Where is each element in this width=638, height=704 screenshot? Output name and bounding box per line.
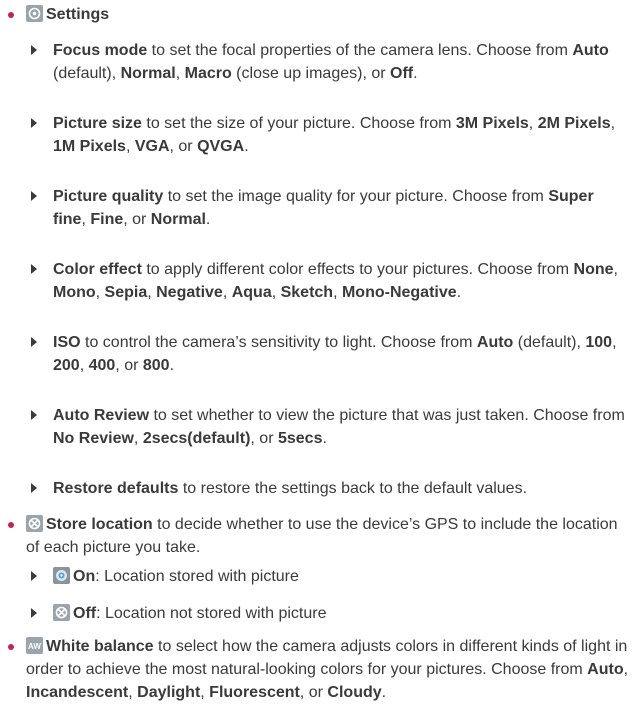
triangle-bullet-icon	[31, 45, 37, 55]
restore-defaults-item: Restore defaults to restore the settings…	[31, 477, 630, 500]
color-effect-item: Color effect to apply different color ef…	[31, 258, 630, 304]
location-off-item: Off: Location not stored with picture	[31, 602, 630, 625]
settings-bullet: Settings	[0, 0, 638, 30]
settings-label: Settings	[46, 6, 110, 23]
white-balance-bullet: AW White balance to select how the camer…	[0, 632, 638, 701]
triangle-bullet-icon	[31, 337, 37, 347]
triangle-bullet-icon	[31, 571, 37, 581]
triangle-bullet-icon	[31, 410, 37, 420]
bullet-dot	[8, 522, 14, 528]
picture-size-item: Picture size to set the size of your pic…	[31, 112, 630, 158]
iso-item: ISO to control the camera’s sensitivity …	[31, 331, 630, 377]
picture-quality-item: Picture quality to set the image quality…	[31, 185, 630, 231]
triangle-bullet-icon	[31, 118, 37, 128]
triangle-bullet-icon	[31, 191, 37, 201]
manual-page: Settings Focus mode to set the focal pro…	[0, 0, 638, 701]
bullet-dot	[8, 12, 14, 18]
white-balance-icon: AW	[26, 637, 43, 654]
triangle-bullet-icon	[31, 264, 37, 274]
location-off-icon	[53, 604, 70, 621]
focus-mode-item: Focus mode to set the focal properties o…	[31, 39, 630, 85]
auto-review-item: Auto Review to set whether to view the p…	[31, 404, 630, 450]
bullet-dot	[8, 644, 14, 650]
location-on-item: On: Location stored with picture	[31, 565, 630, 588]
store-location-bullet: Store location to decide whether to use …	[0, 510, 638, 570]
location-on-icon	[53, 567, 70, 584]
store-location-icon	[26, 515, 43, 532]
triangle-bullet-icon	[31, 608, 37, 618]
svg-text:AW: AW	[28, 642, 41, 651]
triangle-bullet-icon	[31, 483, 37, 493]
settings-icon	[26, 5, 43, 22]
